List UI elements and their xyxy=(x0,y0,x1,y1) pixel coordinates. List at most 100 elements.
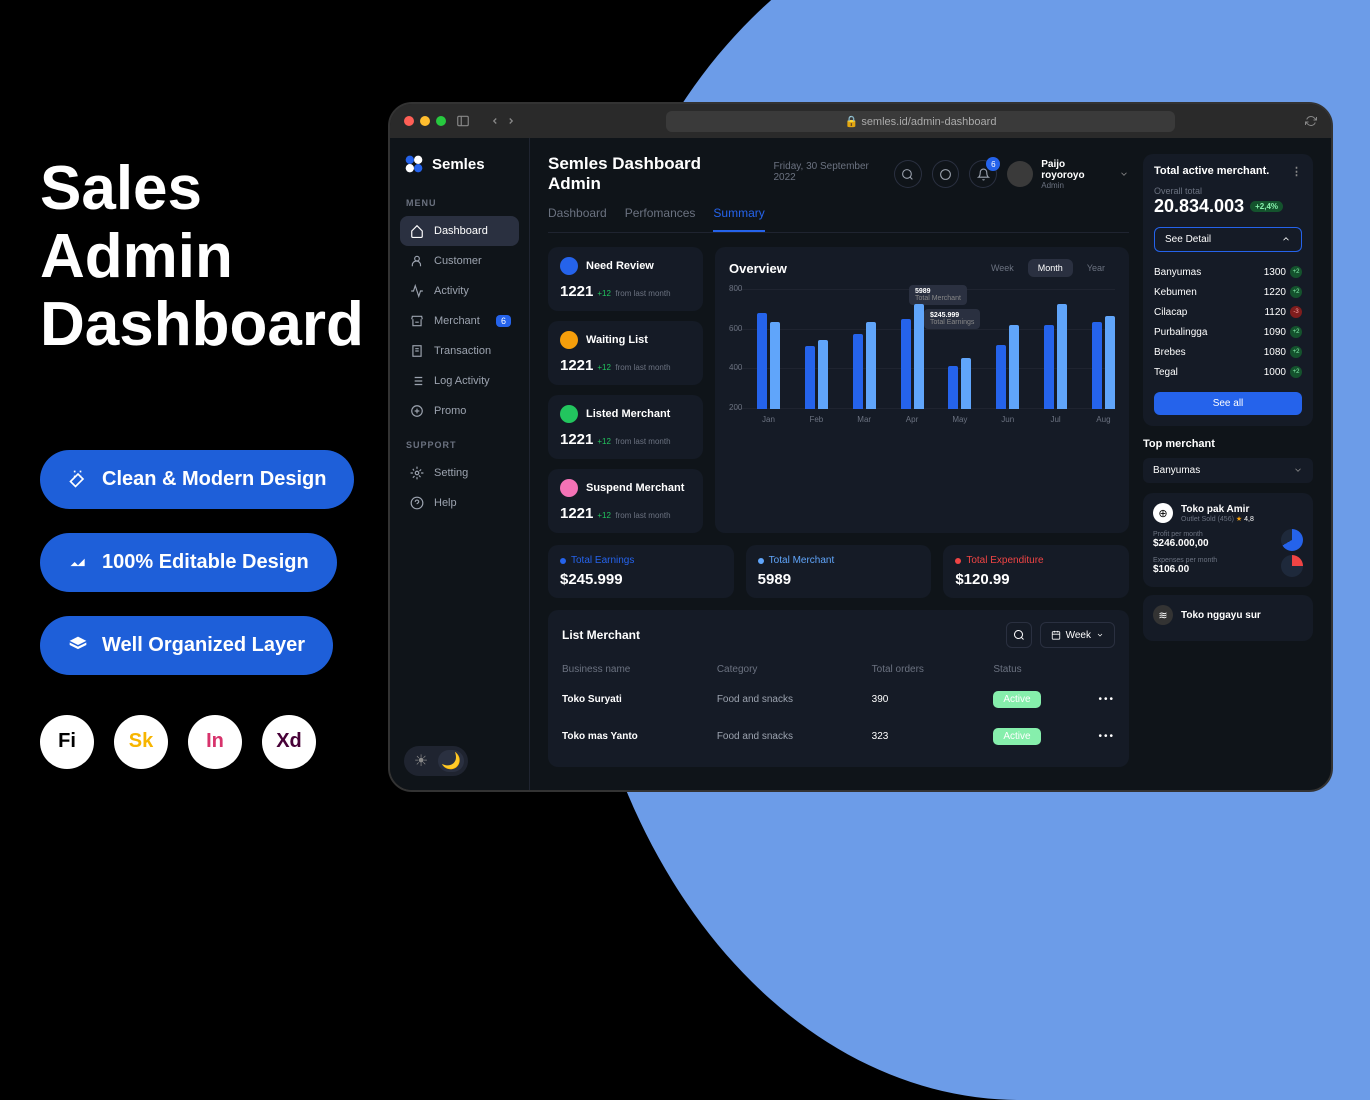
chat-icon xyxy=(939,168,952,181)
merchant-badge: 6 xyxy=(496,315,511,327)
bar-group[interactable] xyxy=(948,358,971,409)
stat-card[interactable]: Suspend Merchant1221+12 from last month xyxy=(548,469,703,533)
tabs: Dashboard Perfomances Summary xyxy=(548,206,1129,233)
logo-icon xyxy=(404,154,424,174)
list-search-button[interactable] xyxy=(1006,622,1032,648)
promo-pill: 100% Editable Design xyxy=(40,533,337,592)
logo[interactable]: Semles xyxy=(400,154,519,174)
bar-group[interactable] xyxy=(757,313,780,409)
menu-merchant[interactable]: Merchant6 xyxy=(400,306,519,336)
chevron-up-icon xyxy=(1281,234,1291,244)
forward-icon[interactable] xyxy=(506,116,516,126)
list-merchant-panel: List Merchant Week Business nameCategory… xyxy=(548,610,1129,767)
delta-badge: +2 xyxy=(1290,266,1302,278)
bar-group[interactable] xyxy=(1092,316,1115,409)
menu-activity[interactable]: Activity xyxy=(400,276,519,306)
user-menu[interactable]: Paijo royoroyoAdmin xyxy=(1007,159,1129,190)
tab-dashboard[interactable]: Dashboard xyxy=(548,206,607,232)
menu-log[interactable]: Log Activity xyxy=(400,366,519,396)
browser-bar: 🔒 semles.id/admin-dashboard xyxy=(390,104,1331,138)
merchant-icon: ≋ xyxy=(1153,605,1173,625)
merchant-card[interactable]: ⊕ Toko pak AmirOutlet Sold (456) ★ 4,8 P… xyxy=(1143,493,1313,587)
menu-setting[interactable]: Setting xyxy=(400,458,519,488)
wand-icon xyxy=(68,469,88,489)
xd-icon: Xd xyxy=(262,715,316,769)
minimize-dot[interactable] xyxy=(420,116,430,126)
menu-promo[interactable]: Promo xyxy=(400,396,519,426)
chart-tooltip: $245.999Total Earnings xyxy=(924,309,980,329)
region-row[interactable]: Purbalingga1090+2 xyxy=(1154,322,1302,342)
delta-badge: -3 xyxy=(1290,306,1302,318)
invision-icon: In xyxy=(188,715,242,769)
region-row[interactable]: Brebes1080+2 xyxy=(1154,342,1302,362)
back-icon[interactable] xyxy=(490,116,500,126)
stat-card[interactable]: Need Review1221+12 from last month xyxy=(548,247,703,311)
donut-chart xyxy=(1281,555,1303,577)
stat-card[interactable]: Listed Merchant1221+12 from last month xyxy=(548,395,703,459)
time-week[interactable]: Week xyxy=(981,259,1024,277)
support-label: SUPPORT xyxy=(406,440,519,450)
promo-pill: Clean & Modern Design xyxy=(40,450,354,509)
list-period-button[interactable]: Week xyxy=(1040,622,1115,648)
user-icon xyxy=(410,254,424,268)
sidebar: Semles MENU Dashboard Customer Activity … xyxy=(390,138,530,790)
chevron-down-icon xyxy=(1119,169,1129,179)
chevron-down-icon xyxy=(1096,631,1104,639)
tab-performances[interactable]: Perfomances xyxy=(625,206,696,232)
merchant-icon: ⊕ xyxy=(1153,503,1173,523)
delta-badge: +2 xyxy=(1290,366,1302,378)
row-menu[interactable]: ••• xyxy=(1076,731,1115,742)
time-year[interactable]: Year xyxy=(1077,259,1115,277)
search-button[interactable] xyxy=(894,160,922,188)
store-icon xyxy=(410,314,424,328)
table-header: Business nameCategoryTotal ordersStatus xyxy=(562,658,1115,681)
sketch-icon: Sk xyxy=(114,715,168,769)
menu-dashboard[interactable]: Dashboard xyxy=(400,216,519,246)
notif-button[interactable]: 6 xyxy=(969,160,997,188)
help-icon xyxy=(410,496,424,510)
refresh-icon[interactable] xyxy=(1305,115,1317,127)
bar-group[interactable] xyxy=(901,304,924,409)
menu-transaction[interactable]: Transaction xyxy=(400,336,519,366)
maximize-dot[interactable] xyxy=(436,116,446,126)
close-dot[interactable] xyxy=(404,116,414,126)
card-icon xyxy=(560,331,578,349)
menu-customer[interactable]: Customer xyxy=(400,246,519,276)
table-row[interactable]: Toko mas YantoFood and snacks323Active••… xyxy=(562,718,1115,755)
more-icon[interactable]: ⋮ xyxy=(1291,165,1302,178)
bar-group[interactable] xyxy=(996,325,1019,409)
menu-help[interactable]: Help xyxy=(400,488,519,518)
row-menu[interactable]: ••• xyxy=(1076,694,1115,705)
tab-summary[interactable]: Summary xyxy=(713,206,764,232)
region-dropdown[interactable]: Banyumas xyxy=(1143,458,1313,483)
theme-toggle[interactable]: ☀ 🌙 xyxy=(404,746,468,776)
region-row[interactable]: Kebumen1220+2 xyxy=(1154,282,1302,302)
stat-card[interactable]: Waiting List1221+12 from last month xyxy=(548,321,703,385)
region-row[interactable]: Cilacap1120-3 xyxy=(1154,302,1302,322)
home-icon xyxy=(410,224,424,238)
region-row[interactable]: Tegal1000+2 xyxy=(1154,362,1302,382)
card-icon xyxy=(560,479,578,497)
promo-title: Sales Admin Dashboard xyxy=(40,155,364,360)
donut-chart xyxy=(1281,529,1303,551)
see-all-button[interactable]: See all xyxy=(1154,392,1302,415)
url-bar[interactable]: 🔒 semles.id/admin-dashboard xyxy=(666,111,1175,132)
dark-mode-btn[interactable]: 🌙 xyxy=(438,750,464,772)
merchant-card[interactable]: ≋Toko nggayu sur xyxy=(1143,595,1313,641)
top-merchant-title: Top merchant xyxy=(1143,438,1313,450)
table-row[interactable]: Toko SuryatiFood and snacks390Active••• xyxy=(562,681,1115,718)
light-mode-btn[interactable]: ☀ xyxy=(408,750,434,772)
bar-group[interactable] xyxy=(853,322,876,409)
avatar xyxy=(1007,161,1033,187)
bar-group[interactable] xyxy=(805,340,828,409)
bar-group[interactable] xyxy=(1044,304,1067,409)
chevron-down-icon xyxy=(1293,465,1303,475)
edit-icon xyxy=(68,552,88,572)
sidebar-toggle-icon[interactable] xyxy=(456,114,470,128)
chat-button[interactable] xyxy=(932,160,960,188)
time-month[interactable]: Month xyxy=(1028,259,1073,277)
delta-badge: +2 xyxy=(1290,326,1302,338)
see-detail-button[interactable]: See Detail xyxy=(1154,227,1302,252)
bar-chart: 800600400200 5989Total Merchant $245.999… xyxy=(729,289,1115,429)
region-row[interactable]: Banyumas1300+2 xyxy=(1154,262,1302,282)
